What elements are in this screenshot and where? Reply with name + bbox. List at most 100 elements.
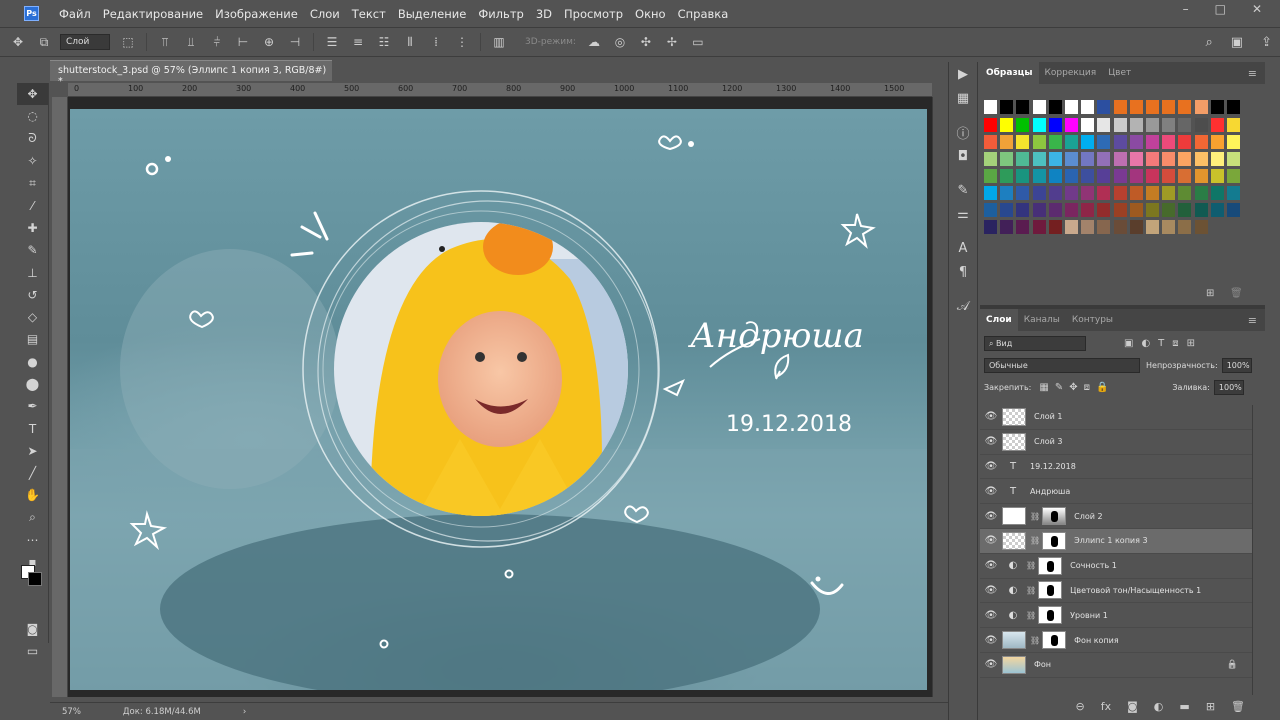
path-selection-tool-icon[interactable]: ➤ (17, 440, 48, 462)
panel-menu-icon[interactable]: ≡ (1248, 67, 1257, 80)
color-swatch[interactable] (984, 100, 997, 114)
color-swatch[interactable] (1227, 100, 1240, 114)
color-swatch[interactable] (1178, 220, 1192, 234)
color-swatch[interactable] (1097, 100, 1111, 114)
group-icon[interactable]: ▬ (1179, 700, 1189, 713)
layer-mask-thumbnail[interactable] (1042, 531, 1067, 550)
transform-controls-icon[interactable]: ⬚ (120, 34, 136, 50)
quick-mask-icon[interactable]: ◙ (17, 618, 48, 640)
color-swatch[interactable] (1178, 169, 1192, 183)
color-swatch[interactable] (1162, 118, 1176, 132)
visibility-eye-icon[interactable]: 👁 (980, 436, 1002, 447)
visibility-eye-icon[interactable]: 👁 (980, 461, 1002, 472)
close-button[interactable]: ✕ (1252, 2, 1262, 16)
color-swatch[interactable] (1113, 169, 1127, 183)
type-tool-icon[interactable]: T (17, 417, 48, 439)
layer-row[interactable]: 👁 ⛓ Фон копия (980, 628, 1252, 653)
menu-item[interactable]: Файл (53, 7, 97, 21)
visibility-eye-icon[interactable]: 👁 (980, 635, 1002, 646)
layer-row[interactable]: 👁 T 19.12.2018 (980, 455, 1252, 480)
line-tool-icon[interactable]: ╱ (17, 462, 48, 484)
color-swatch[interactable] (1162, 135, 1176, 149)
new-swatch-icon[interactable]: ⊞ (1206, 288, 1214, 299)
opacity-input[interactable]: 100% (1221, 357, 1252, 373)
color-swatch[interactable] (1113, 100, 1127, 114)
color-swatch[interactable] (1178, 152, 1192, 166)
add-mask-icon[interactable]: ◙ (1127, 700, 1138, 713)
color-swatch[interactable] (1065, 203, 1078, 217)
eyedropper-tool-icon[interactable]: ⁄ (17, 194, 48, 216)
color-swatch[interactable] (1210, 118, 1224, 132)
color-swatch[interactable] (1000, 169, 1014, 183)
color-swatch[interactable] (1210, 186, 1224, 200)
color-swatch[interactable] (1048, 203, 1062, 217)
mask-link-icon[interactable]: ⛓ (1030, 536, 1040, 545)
pen-tool-icon[interactable]: ✒ (17, 395, 48, 417)
crop-tool-icon[interactable]: ⌗ (17, 172, 48, 194)
healing-brush-tool-icon[interactable]: ✚ (17, 217, 48, 239)
color-swatch[interactable] (1227, 203, 1240, 217)
background-color[interactable] (28, 572, 42, 586)
color-swatch[interactable] (1227, 186, 1240, 200)
brush-settings-icon[interactable]: ✎ (949, 178, 977, 202)
tab-channels[interactable]: Каналы (1018, 309, 1066, 331)
color-swatch[interactable] (1016, 135, 1030, 149)
color-swatch[interactable] (1227, 152, 1240, 166)
color-swatch[interactable] (1194, 169, 1208, 183)
color-swatch[interactable] (1210, 100, 1224, 114)
color-swatch[interactable] (1000, 135, 1014, 149)
mask-link-icon[interactable]: ⛓ (1026, 611, 1036, 620)
color-swatch[interactable] (1081, 100, 1095, 114)
auto-select-icon[interactable]: ⧉ (36, 34, 52, 50)
menu-item[interactable]: Справка (672, 7, 735, 21)
delete-layer-icon[interactable]: 🗑 (1231, 700, 1245, 713)
more-tools-icon[interactable]: ⋯ (17, 529, 48, 551)
color-swatch[interactable] (1227, 135, 1240, 149)
color-swatch[interactable] (1097, 203, 1111, 217)
color-swatch[interactable] (1065, 152, 1078, 166)
marquee-tool-icon[interactable]: ◌ (17, 105, 48, 127)
color-swatch[interactable] (1048, 220, 1062, 234)
color-swatch[interactable] (1194, 220, 1208, 234)
align-bottom-icon[interactable]: ⫩ (209, 34, 225, 50)
layer-mask-thumbnail[interactable] (1038, 581, 1063, 600)
tab-adjustments[interactable]: Коррекция (1039, 62, 1103, 84)
color-swatch[interactable] (1048, 100, 1062, 114)
color-swatch[interactable] (1194, 203, 1208, 217)
color-swatch[interactable] (1097, 152, 1111, 166)
color-swatch[interactable] (1081, 169, 1095, 183)
doc-size[interactable]: Док: 6.18M/44.6M (123, 707, 201, 717)
color-swatch[interactable] (1162, 169, 1176, 183)
color-swatch[interactable] (1113, 135, 1127, 149)
color-swatch[interactable] (1000, 118, 1014, 132)
color-swatch[interactable] (1000, 100, 1014, 114)
color-swatch[interactable] (984, 186, 997, 200)
distribute-top-icon[interactable]: ☰ (324, 34, 340, 50)
color-swatch[interactable] (1146, 220, 1159, 234)
layer-row[interactable]: 👁 ⛓ Слой 2 (980, 504, 1252, 529)
color-swatch[interactable] (1081, 152, 1095, 166)
properties-icon[interactable]: ◘ (949, 144, 977, 168)
color-swatch[interactable] (1227, 169, 1240, 183)
color-swatch[interactable] (1146, 152, 1159, 166)
color-swatch[interactable] (1065, 118, 1078, 132)
layer-row[interactable]: 👁 ◐ ⛓ Цветовой тон/Насыщенность 1 (980, 579, 1252, 604)
menu-item[interactable]: Просмотр (558, 7, 629, 21)
layer-row[interactable]: 👁 Слой 1 (980, 405, 1252, 430)
menu-item[interactable]: Изображение (209, 7, 304, 21)
layer-row[interactable]: 👁 ⛓ Эллипс 1 копия 3 (980, 528, 1252, 554)
zoom-tool-icon[interactable]: ⌕ (17, 507, 48, 529)
adjust-icon[interactable]: ⚌ (949, 202, 977, 226)
menu-item[interactable]: Выделение (392, 7, 473, 21)
color-swatch[interactable] (1016, 118, 1030, 132)
color-swatch[interactable] (1065, 135, 1078, 149)
color-swatch[interactable] (1000, 152, 1014, 166)
distribute-right-icon[interactable]: ⋮ (454, 34, 470, 50)
color-swatch[interactable] (1032, 135, 1046, 149)
color-swatch[interactable] (1162, 152, 1176, 166)
color-swatch[interactable] (1081, 135, 1095, 149)
color-swatch[interactable] (984, 220, 997, 234)
layer-mask-thumbnail[interactable] (1042, 631, 1067, 650)
color-swatch[interactable] (1194, 152, 1208, 166)
visibility-eye-icon[interactable]: 👁 (980, 560, 1002, 571)
